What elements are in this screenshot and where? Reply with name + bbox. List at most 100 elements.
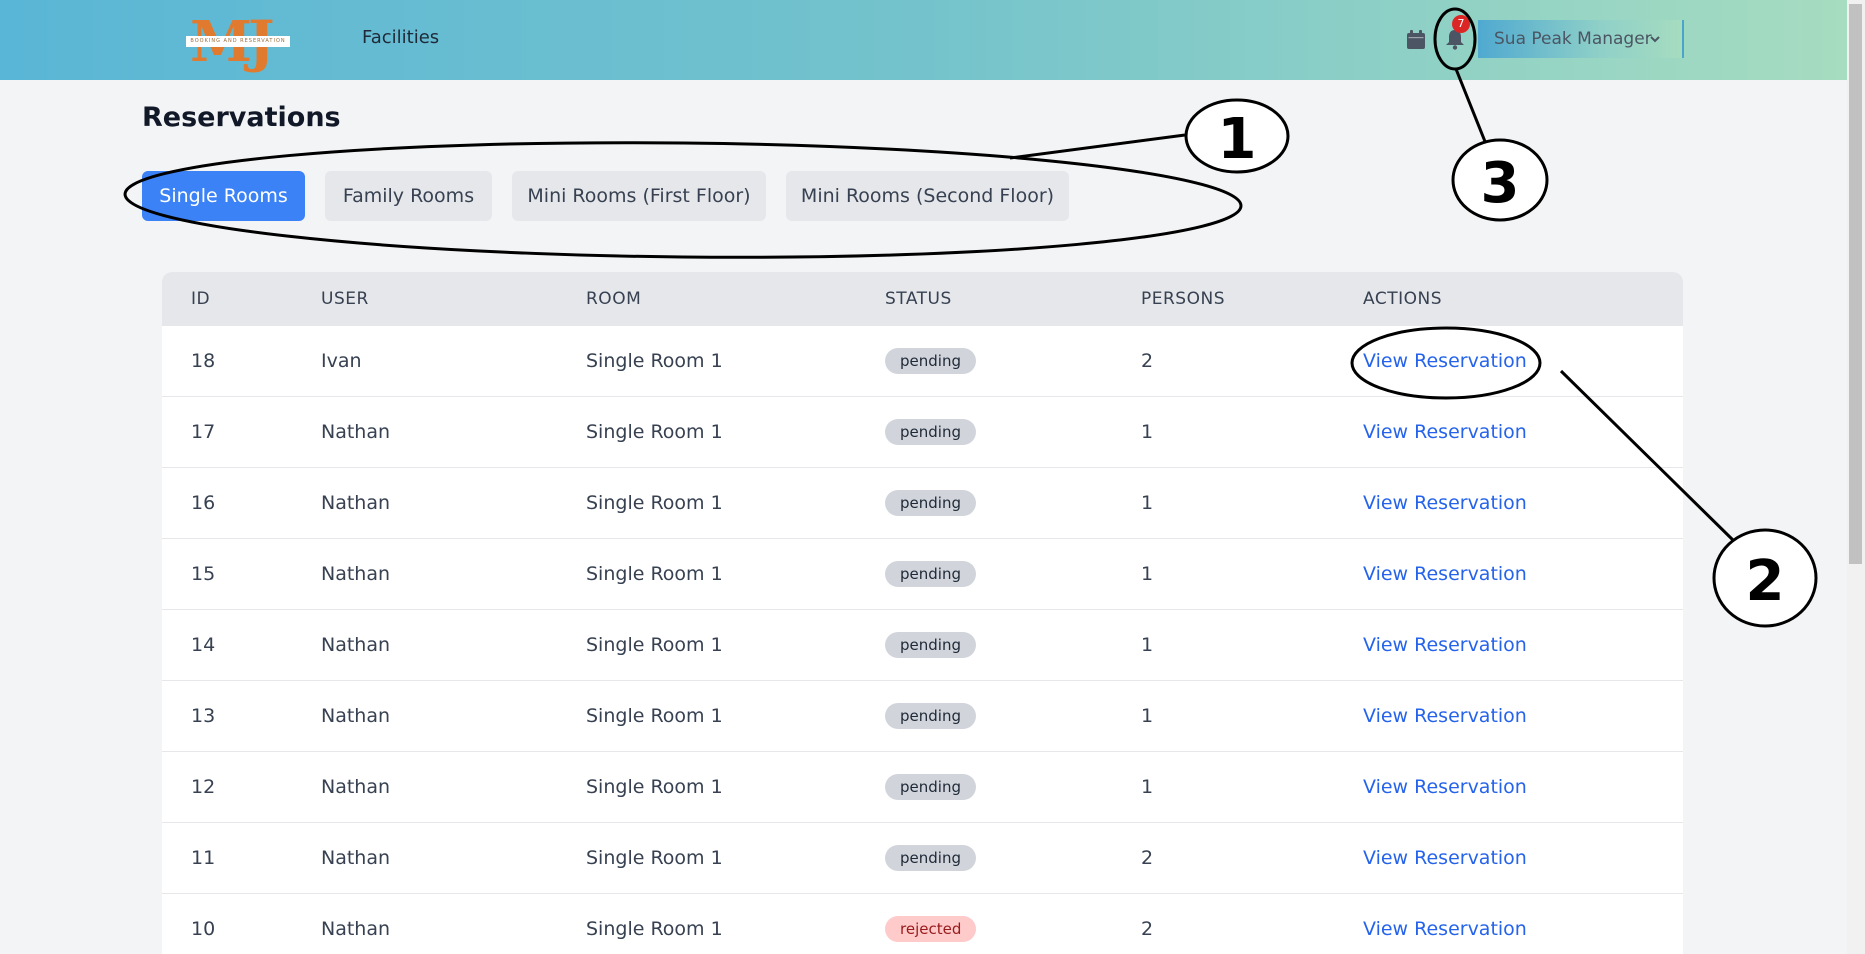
cell-id: 18 bbox=[162, 326, 292, 397]
cell-persons: 2 bbox=[1112, 822, 1334, 894]
column-header-id: ID bbox=[191, 289, 211, 309]
cell-user: Nathan bbox=[292, 751, 557, 823]
callout-number-3: 3 bbox=[1481, 151, 1520, 216]
cell-actions: View Reservation bbox=[1334, 396, 1683, 468]
chevron-down-icon bbox=[1650, 36, 1660, 43]
cell-actions: View Reservation bbox=[1334, 893, 1683, 954]
cell-id: 14 bbox=[162, 609, 292, 681]
cell-persons: 1 bbox=[1112, 467, 1334, 539]
view-reservation-link[interactable]: View Reservation bbox=[1363, 634, 1527, 656]
page-title: Reservations bbox=[142, 102, 341, 133]
column-header-user: USER bbox=[321, 289, 369, 309]
cell-actions: View Reservation bbox=[1334, 538, 1683, 610]
cell-user: Nathan bbox=[292, 822, 557, 894]
cell-persons: 1 bbox=[1112, 751, 1334, 823]
view-reservation-link[interactable]: View Reservation bbox=[1363, 847, 1527, 869]
status-badge: pending bbox=[885, 703, 976, 729]
cell-actions: View Reservation bbox=[1334, 326, 1683, 397]
table-row: 16 Nathan Single Room 1 pending 1 View Reserv… bbox=[162, 467, 1683, 539]
table-row: 10 Nathan Single Room 1 rejected 2 View Reser… bbox=[162, 893, 1683, 954]
logo-tagline: BOOKING AND RESERVATION bbox=[186, 36, 290, 47]
tab-mini-rooms-first-floor[interactable]: Mini Rooms (First Floor) bbox=[512, 171, 766, 221]
cell-id: 16 bbox=[162, 467, 292, 539]
cell-user: Nathan bbox=[292, 396, 557, 468]
view-reservation-link[interactable]: View Reservation bbox=[1363, 350, 1527, 372]
cell-user: Nathan bbox=[292, 538, 557, 610]
cell-actions: View Reservation bbox=[1334, 609, 1683, 681]
view-reservation-link[interactable]: View Reservation bbox=[1363, 918, 1527, 940]
cell-user: Nathan bbox=[292, 609, 557, 681]
cell-user: Ivan bbox=[292, 326, 557, 397]
cell-status: pending bbox=[856, 326, 1112, 397]
cell-room: Single Room 1 bbox=[557, 822, 856, 894]
status-badge: rejected bbox=[885, 916, 977, 942]
table-row: 17 Nathan Single Room 1 pending 1 View Reserv… bbox=[162, 396, 1683, 468]
view-reservation-link[interactable]: View Reservation bbox=[1363, 705, 1527, 727]
cell-persons: 2 bbox=[1112, 893, 1334, 954]
table-row: 15 Nathan Single Room 1 pending 1 View Reserv… bbox=[162, 538, 1683, 610]
cell-room: Single Room 1 bbox=[557, 751, 856, 823]
table-row: 18 Ivan Single Room 1 pending 2 View Reservat… bbox=[162, 326, 1683, 397]
cell-id: 17 bbox=[162, 396, 292, 468]
cell-status: pending bbox=[856, 396, 1112, 468]
cell-status: pending bbox=[856, 467, 1112, 539]
reservations-table-container: ID USER ROOM STATUS PERSONS ACTIONS 18 Iv… bbox=[162, 272, 1683, 954]
cell-id: 11 bbox=[162, 822, 292, 894]
callout-number-2: 2 bbox=[1746, 549, 1785, 614]
cell-persons: 1 bbox=[1112, 538, 1334, 610]
cell-actions: View Reservation bbox=[1334, 822, 1683, 894]
status-badge: pending bbox=[885, 845, 976, 871]
table-row: 12 Nathan Single Room 1 pending 1 View Reserv… bbox=[162, 751, 1683, 823]
cell-actions: View Reservation bbox=[1334, 467, 1683, 539]
nav-facilities-link[interactable]: Facilities bbox=[362, 27, 439, 48]
view-reservation-link[interactable]: View Reservation bbox=[1363, 421, 1527, 443]
cell-persons: 1 bbox=[1112, 609, 1334, 681]
column-header-room: ROOM bbox=[586, 289, 642, 309]
table-row: 14 Nathan Single Room 1 pending 1 View Reserv… bbox=[162, 609, 1683, 681]
cell-status: pending bbox=[856, 822, 1112, 894]
cell-persons: 1 bbox=[1112, 680, 1334, 752]
table-row: 11 Nathan Single Room 1 pending 2 View Reserv… bbox=[162, 822, 1683, 894]
status-badge: pending bbox=[885, 490, 976, 516]
table-header-row: ID USER ROOM STATUS PERSONS ACTIONS bbox=[162, 272, 1683, 326]
user-menu-dropdown[interactable]: Sua Peak Manager bbox=[1478, 20, 1684, 58]
cell-id: 10 bbox=[162, 893, 292, 954]
cell-id: 13 bbox=[162, 680, 292, 752]
cell-room: Single Room 1 bbox=[557, 396, 856, 468]
cell-status: pending bbox=[856, 538, 1112, 610]
cell-room: Single Room 1 bbox=[557, 680, 856, 752]
top-navbar: MJ BOOKING AND RESERVATION Facilities 7 … bbox=[0, 0, 1847, 80]
cell-user: Nathan bbox=[292, 467, 557, 539]
cell-actions: View Reservation bbox=[1334, 680, 1683, 752]
cell-room: Single Room 1 bbox=[557, 538, 856, 610]
cell-status: pending bbox=[856, 680, 1112, 752]
cell-persons: 2 bbox=[1112, 326, 1334, 397]
tab-single-rooms[interactable]: Single Rooms bbox=[142, 171, 305, 221]
status-badge: pending bbox=[885, 348, 976, 374]
cell-room: Single Room 1 bbox=[557, 326, 856, 397]
cell-status: rejected bbox=[856, 893, 1112, 954]
status-badge: pending bbox=[885, 419, 976, 445]
column-header-status: STATUS bbox=[885, 289, 952, 309]
cell-status: pending bbox=[856, 609, 1112, 681]
brand-logo[interactable]: MJ BOOKING AND RESERVATION bbox=[186, 9, 292, 76]
cell-id: 12 bbox=[162, 751, 292, 823]
cell-persons: 1 bbox=[1112, 396, 1334, 468]
status-badge: pending bbox=[885, 774, 976, 800]
tab-family-rooms[interactable]: Family Rooms bbox=[325, 171, 492, 221]
cell-user: Nathan bbox=[292, 680, 557, 752]
cell-user: Nathan bbox=[292, 893, 557, 954]
page-scrollbar-thumb[interactable] bbox=[1849, 4, 1862, 564]
view-reservation-link[interactable]: View Reservation bbox=[1363, 776, 1527, 798]
cell-room: Single Room 1 bbox=[557, 609, 856, 681]
cell-id: 15 bbox=[162, 538, 292, 610]
tab-mini-rooms-second-floor[interactable]: Mini Rooms (Second Floor) bbox=[786, 171, 1069, 221]
cell-room: Single Room 1 bbox=[557, 467, 856, 539]
cell-status: pending bbox=[856, 751, 1112, 823]
view-reservation-link[interactable]: View Reservation bbox=[1363, 563, 1527, 585]
calendar-icon[interactable] bbox=[1407, 30, 1425, 49]
user-name: Sua Peak Manager bbox=[1494, 29, 1652, 49]
column-header-persons: PERSONS bbox=[1141, 289, 1225, 309]
view-reservation-link[interactable]: View Reservation bbox=[1363, 492, 1527, 514]
table-row: 13 Nathan Single Room 1 pending 1 View Reserv… bbox=[162, 680, 1683, 752]
